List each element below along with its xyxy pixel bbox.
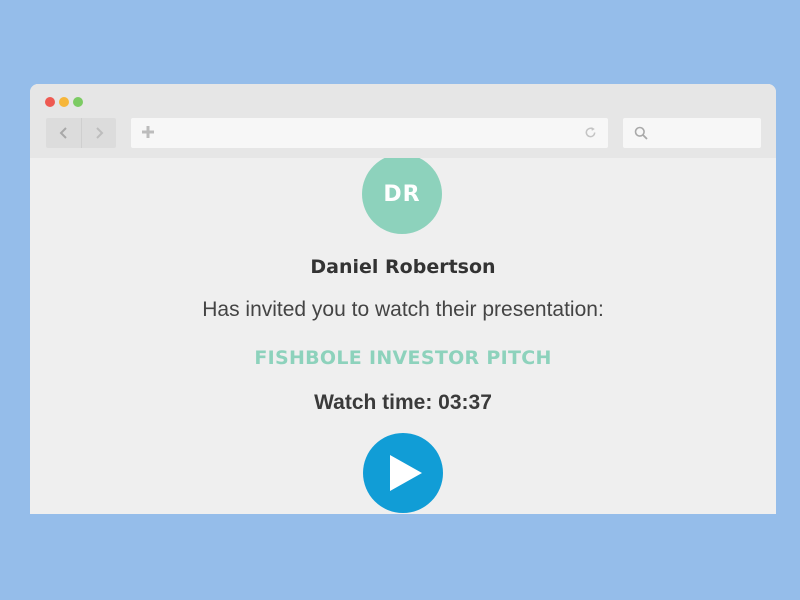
- invite-message: Has invited you to watch their presentat…: [202, 298, 604, 321]
- address-bar[interactable]: [131, 118, 608, 148]
- watch-time: Watch time: 03:37: [314, 391, 492, 414]
- plus-icon[interactable]: [142, 126, 154, 138]
- search-icon: [634, 126, 648, 140]
- play-button[interactable]: [363, 433, 443, 513]
- close-window-button[interactable]: [45, 97, 55, 107]
- search-input[interactable]: [623, 118, 761, 148]
- presentation-title[interactable]: FISHBOLE INVESTOR PITCH: [30, 347, 776, 369]
- chevron-left-icon: [59, 127, 67, 139]
- minimize-window-button[interactable]: [59, 97, 69, 107]
- nav-buttons: [46, 118, 116, 148]
- avatar: DR: [362, 158, 442, 234]
- browser-toolbar: [30, 84, 776, 158]
- maximize-window-button[interactable]: [73, 97, 83, 107]
- browser-window: DR Daniel Robertson Has invited you to w…: [30, 84, 776, 514]
- back-button[interactable]: [46, 118, 81, 148]
- chevron-right-icon: [96, 127, 104, 139]
- sender-name: Daniel Robertson: [310, 256, 496, 278]
- refresh-icon[interactable]: [584, 126, 597, 139]
- avatar-initials: DR: [383, 181, 421, 207]
- play-icon: [390, 455, 422, 491]
- page-content: DR Daniel Robertson Has invited you to w…: [30, 158, 776, 514]
- forward-button[interactable]: [81, 118, 116, 148]
